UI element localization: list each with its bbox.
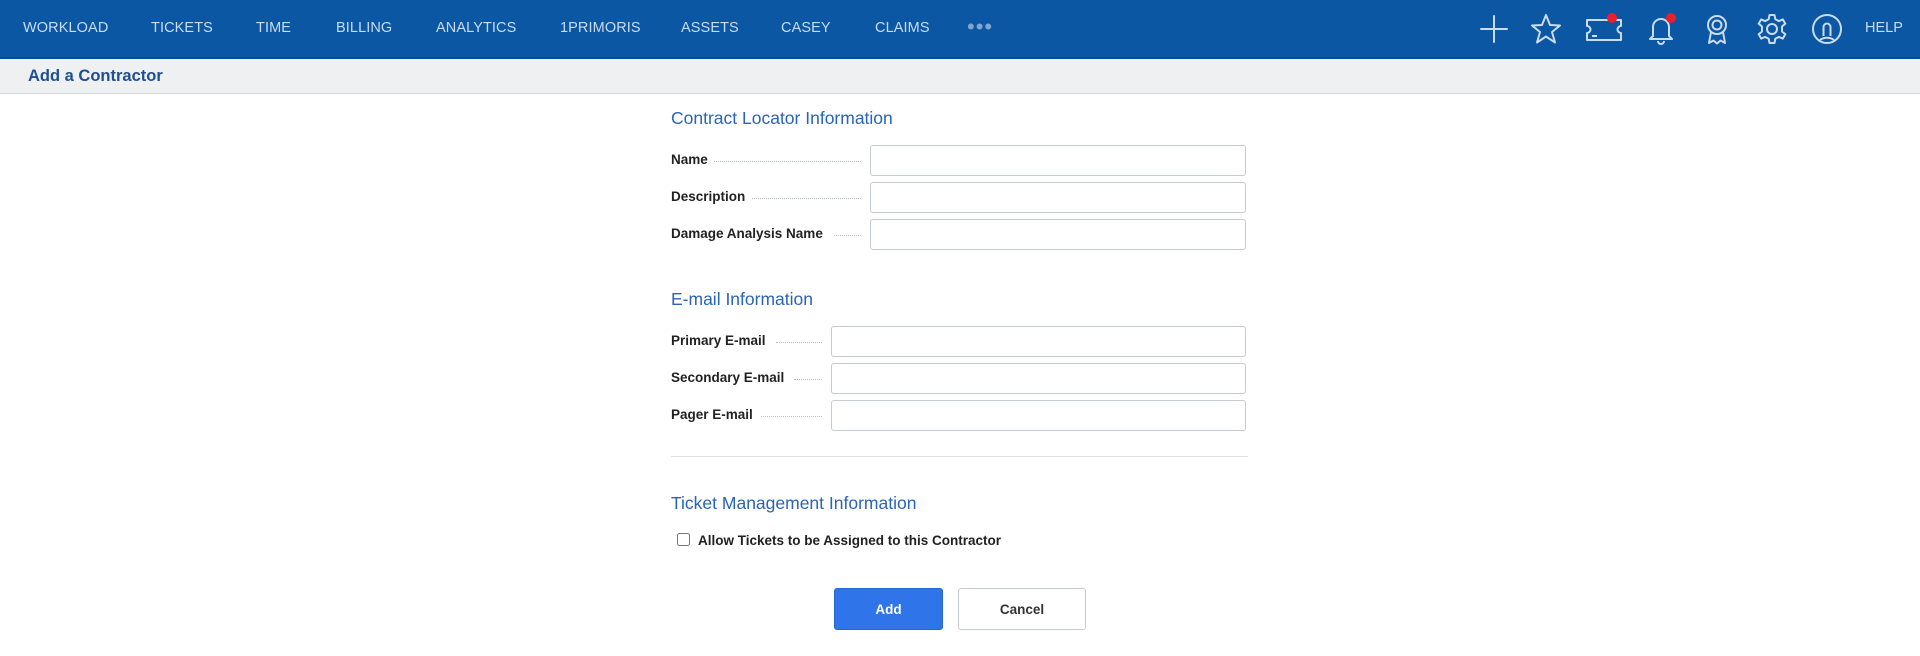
plus-icon[interactable] (1477, 12, 1511, 46)
top-navigation-bar: WORKLOAD TICKETS TIME BILLING ANALYTICS … (0, 0, 1920, 59)
ticket-management-section-title: Ticket Management Information (671, 493, 917, 513)
description-label: Description (671, 189, 746, 204)
ticket-icon[interactable] (1584, 12, 1624, 46)
page-title: Add a Contractor (28, 67, 163, 85)
primary-email-leader (776, 342, 822, 343)
name-input[interactable] (870, 145, 1246, 176)
nav-assets[interactable]: ASSETS (681, 0, 739, 57)
primary-email-label: Primary E-mail (671, 333, 766, 348)
allow-tickets-checkbox[interactable] (677, 533, 690, 546)
secondary-email-label: Secondary E-mail (671, 370, 785, 385)
nav-casey[interactable]: CASEY (781, 0, 831, 57)
email-section-title: E-mail Information (671, 289, 813, 309)
name-leader (714, 161, 861, 162)
cancel-button[interactable]: Cancel (958, 588, 1086, 630)
nav-1primoris[interactable]: 1PRIMORIS (560, 0, 641, 57)
award-icon[interactable] (1700, 12, 1734, 46)
section-divider (671, 456, 1248, 457)
allow-tickets-label: Allow Tickets to be Assigned to this Con… (698, 533, 1002, 548)
bell-notification-badge (1666, 13, 1676, 23)
damage-analysis-name-leader (834, 235, 861, 236)
description-leader (752, 198, 861, 199)
title-bar: Add a Contractor (0, 59, 1920, 94)
nav-time[interactable]: TIME (256, 0, 291, 57)
nav-tickets[interactable]: TICKETS (151, 0, 213, 57)
nav-analytics[interactable]: ANALYTICS (436, 0, 516, 57)
pager-email-leader (761, 416, 822, 417)
nav-more-button[interactable]: ••• (967, 0, 993, 57)
damage-analysis-name-label: Damage Analysis Name (671, 226, 823, 241)
contract-locator-section-title: Contract Locator Information (671, 108, 893, 128)
nav-billing[interactable]: BILLING (336, 0, 392, 57)
primary-email-input[interactable] (831, 326, 1246, 357)
user-icon[interactable] (1810, 12, 1844, 46)
gear-icon[interactable] (1755, 12, 1789, 46)
secondary-email-input[interactable] (831, 363, 1246, 394)
description-input[interactable] (870, 182, 1246, 213)
help-link[interactable]: HELP (1865, 0, 1903, 57)
add-button[interactable]: Add (834, 588, 943, 630)
secondary-email-leader (794, 379, 822, 380)
nav-claims[interactable]: CLAIMS (875, 0, 930, 57)
pager-email-input[interactable] (831, 400, 1246, 431)
ticket-notification-badge (1607, 13, 1617, 23)
name-label: Name (671, 152, 708, 167)
pager-email-label: Pager E-mail (671, 407, 753, 422)
damage-analysis-name-input[interactable] (870, 219, 1246, 250)
star-icon[interactable] (1529, 12, 1563, 46)
nav-workload[interactable]: WORKLOAD (23, 0, 108, 57)
